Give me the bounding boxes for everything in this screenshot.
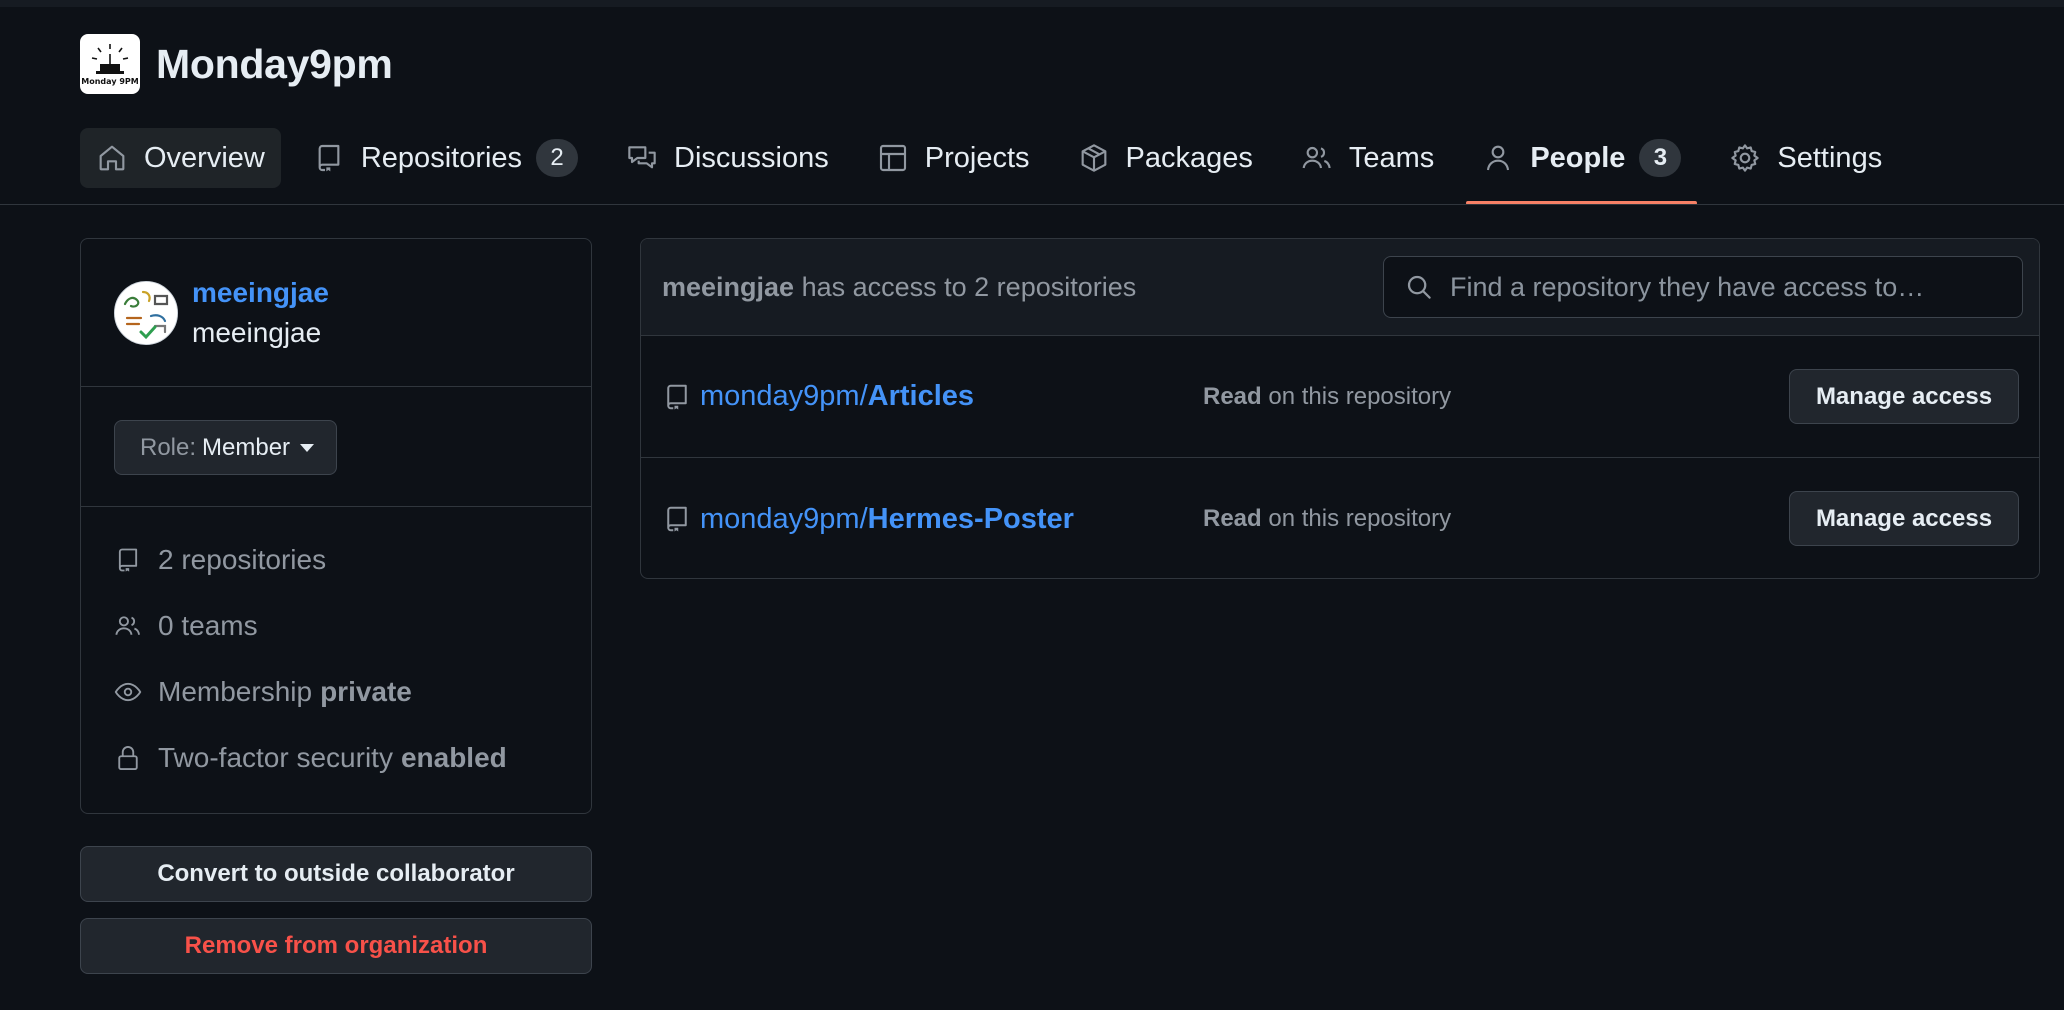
org-header: Monday 9PM Monday9pm: [80, 34, 393, 94]
tab-discussions-label: Discussions: [674, 141, 829, 174]
repository-access-box: meeingjae has access to 2 repositories m…: [640, 238, 2040, 579]
repository-link-articles[interactable]: monday9pm/Articles: [662, 380, 974, 413]
repository-name: Articles: [867, 380, 975, 412]
stat-two-factor: Two-factor security enabled: [81, 725, 591, 791]
member-login-link[interactable]: meeingjae: [192, 277, 329, 309]
tab-teams[interactable]: Teams: [1285, 128, 1450, 188]
person-icon: [1487, 145, 1510, 171]
two-factor-label: Two-factor security: [158, 742, 393, 773]
role-value: Member: [202, 433, 291, 461]
package-icon: [1081, 144, 1106, 172]
repository-row: monday9pm/Articles Read on this reposito…: [641, 336, 2039, 458]
org-nav-tabs: Overview Repositories 2 Discussions Proj…: [80, 128, 1914, 205]
tab-repositories-label: Repositories: [360, 141, 523, 174]
discussions-icon: [628, 146, 656, 169]
access-summary-text: has access to 2 repositories: [801, 271, 1137, 302]
tab-projects-label: Projects: [924, 141, 1030, 174]
two-factor-value: enabled: [400, 742, 507, 773]
header-divider: [0, 204, 2064, 205]
role-prefix: Role:: [140, 433, 197, 461]
permission-suffix: on this repository: [1268, 505, 1452, 532]
stat-repositories: 2 repositories: [81, 527, 591, 593]
repo-icon: [667, 384, 687, 409]
stat-membership: Membership private: [81, 659, 591, 725]
membership-label: Membership: [158, 676, 313, 707]
stat-repositories-label: 2 repositories: [158, 544, 327, 575]
access-summary: meeingjae has access to 2 repositories: [662, 272, 1136, 303]
org-logo-text: Monday 9PM: [81, 77, 139, 86]
permission-level: Read: [1203, 382, 1262, 410]
gear-icon: [1731, 144, 1760, 172]
permission-level: Read: [1203, 505, 1262, 532]
repository-search-input[interactable]: [1450, 271, 2010, 303]
membership-value: private: [320, 676, 412, 707]
member-stats: 2 repositories 0 teams Membership privat…: [81, 507, 591, 791]
tab-settings[interactable]: Settings: [1713, 128, 1898, 188]
tab-overview-label: Overview: [144, 141, 265, 174]
avatar[interactable]: [114, 280, 178, 345]
permission-text: Read on this repository: [1203, 505, 1451, 533]
convert-to-outside-collaborator-button[interactable]: Convert to outside collaborator: [80, 846, 592, 902]
manage-access-button[interactable]: Manage access: [1789, 369, 2019, 424]
people-count-badge: 3: [1639, 139, 1682, 177]
repository-link-hermes-poster[interactable]: monday9pm/Hermes-Poster: [662, 503, 1074, 536]
lock-icon: [118, 746, 138, 771]
eye-icon: [114, 682, 142, 702]
stat-teams-label: 0 teams: [158, 610, 258, 641]
role-dropdown-button[interactable]: Role: Member: [114, 420, 338, 475]
access-user: meeingjae: [662, 271, 795, 302]
repository-access-header: meeingjae has access to 2 repositories: [641, 239, 2039, 336]
tab-packages-label: Packages: [1125, 141, 1253, 174]
repository-search: [1383, 256, 2023, 318]
org-logo[interactable]: Monday 9PM: [80, 34, 140, 94]
repository-owner: monday9pm/: [700, 502, 868, 535]
tab-overview[interactable]: Overview: [80, 128, 281, 188]
tab-settings-label: Settings: [1777, 141, 1883, 174]
tab-repositories[interactable]: Repositories 2: [297, 128, 594, 188]
tab-discussions[interactable]: Discussions: [610, 128, 845, 188]
people-icon: [115, 616, 141, 635]
tab-people-label: People: [1530, 141, 1626, 174]
browser-top-strip: [0, 0, 2064, 7]
home-icon: [99, 145, 125, 171]
repo-icon: [667, 506, 687, 532]
permission-text: Read on this repository: [1203, 383, 1451, 411]
tab-projects[interactable]: Projects: [861, 128, 1046, 188]
remove-from-organization-button[interactable]: Remove from organization: [80, 918, 592, 974]
tab-packages[interactable]: Packages: [1062, 128, 1269, 188]
repository-row: monday9pm/Hermes-Poster Read on this rep…: [641, 458, 2039, 578]
clock-logo-icon: [91, 44, 129, 74]
repo-icon: [318, 144, 340, 172]
member-sidebar: meeingjae meeingjae Role: Member 2 repos…: [80, 238, 592, 814]
repositories-count-badge: 2: [536, 139, 579, 177]
search-icon: [1407, 275, 1431, 299]
people-icon: [1302, 146, 1331, 169]
avatar-doodle-icon: [115, 281, 177, 344]
role-section: Role: Member: [81, 387, 591, 507]
permission-suffix: on this repository: [1268, 382, 1452, 410]
repository-owner: monday9pm/: [700, 380, 868, 412]
org-name[interactable]: Monday9pm: [156, 41, 393, 88]
repo-icon: [118, 548, 138, 572]
caret-down-icon: [300, 443, 315, 452]
tab-people[interactable]: People 3: [1466, 128, 1698, 205]
member-name: meeingjae: [192, 316, 322, 348]
repository-name: Hermes-Poster: [867, 502, 1074, 535]
stat-teams: 0 teams: [81, 593, 591, 659]
manage-access-button[interactable]: Manage access: [1789, 491, 2019, 546]
tab-teams-label: Teams: [1348, 141, 1435, 174]
member-profile: meeingjae meeingjae: [81, 239, 591, 387]
table-icon: [879, 144, 906, 172]
